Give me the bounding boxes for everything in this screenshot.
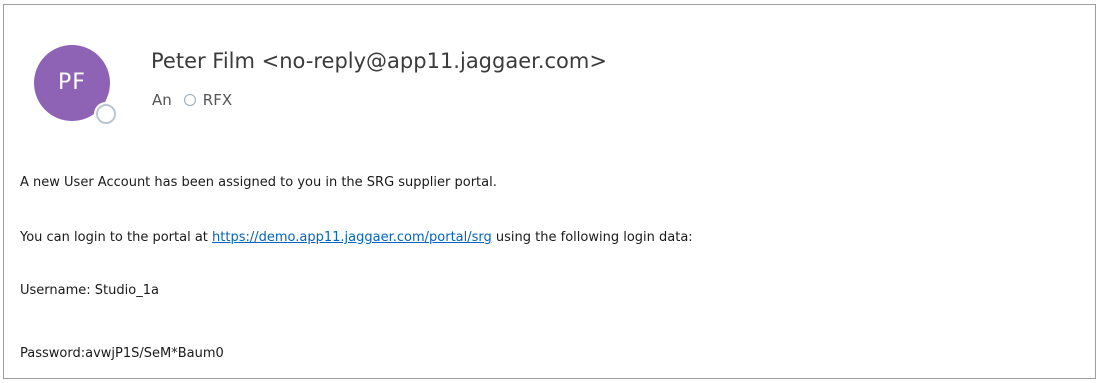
- portal-link[interactable]: https://demo.app11.jaggaer.com/portal/sr…: [212, 230, 492, 245]
- recipient-status-icon: [183, 94, 196, 106]
- to-label: An: [152, 91, 172, 109]
- sender-name[interactable]: Peter Film <no-reply@app11.jaggaer.com>: [151, 49, 607, 73]
- username-line: Username: Studio_1a: [20, 283, 159, 298]
- body-paragraph-login: You can login to the portal at https://d…: [20, 230, 693, 245]
- password-line: Password:avwjP1S/SeM*Baum0: [20, 346, 224, 361]
- email-message-pane: PF Peter Film <no-reply@app11.jaggaer.co…: [3, 4, 1096, 379]
- login-text-before: You can login to the portal at: [20, 230, 213, 245]
- body-paragraph-account: A new User Account has been assigned to …: [20, 175, 497, 190]
- avatar-initials: PF: [58, 70, 86, 95]
- presence-status-icon: [96, 104, 116, 124]
- recipients-line: An RFX: [152, 91, 232, 109]
- login-text-after: using the following login data:: [491, 230, 693, 245]
- recipient-name[interactable]: RFX: [203, 91, 232, 109]
